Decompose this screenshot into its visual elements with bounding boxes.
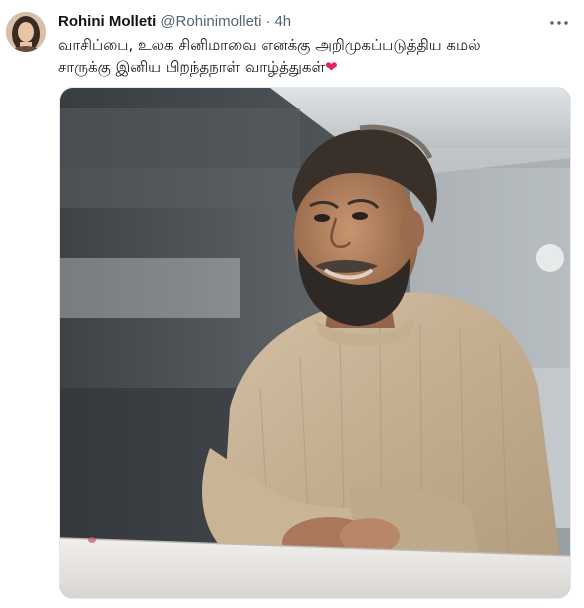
- tweet-photo[interactable]: [59, 87, 571, 599]
- more-options-button[interactable]: [548, 14, 570, 32]
- tweet-timestamp[interactable]: 4h: [274, 12, 291, 32]
- tweet-text-line-2-content: சாருக்கு இனிய பிறந்தநாள் வாழ்த்துகள்: [58, 58, 326, 76]
- tweet-text-line-2: சாருக்கு இனிய பிறந்தநாள் வாழ்த்துகள்❤: [58, 56, 568, 78]
- tweet[interactable]: Rohini Molleti @Rohinimolleti · 4h வாசிப…: [0, 0, 584, 608]
- tweet-header: Rohini Molleti @Rohinimolleti · 4h: [58, 12, 291, 32]
- photo-image: [60, 88, 570, 598]
- tweet-text: வாசிப்பை, உலக சினிமாவை எனக்கு அறிமுகப்பட…: [58, 34, 568, 78]
- avatar[interactable]: [6, 12, 46, 52]
- more-horizontal-icon: [550, 21, 568, 25]
- avatar-image: [6, 12, 46, 52]
- author-display-name[interactable]: Rohini Molleti: [58, 12, 156, 32]
- header-separator: ·: [265, 13, 271, 30]
- author-handle[interactable]: @Rohinimolleti: [160, 12, 261, 32]
- heart-emoji: ❤: [325, 58, 338, 76]
- tweet-text-line-1: வாசிப்பை, உலக சினிமாவை எனக்கு அறிமுகப்பட…: [58, 36, 481, 54]
